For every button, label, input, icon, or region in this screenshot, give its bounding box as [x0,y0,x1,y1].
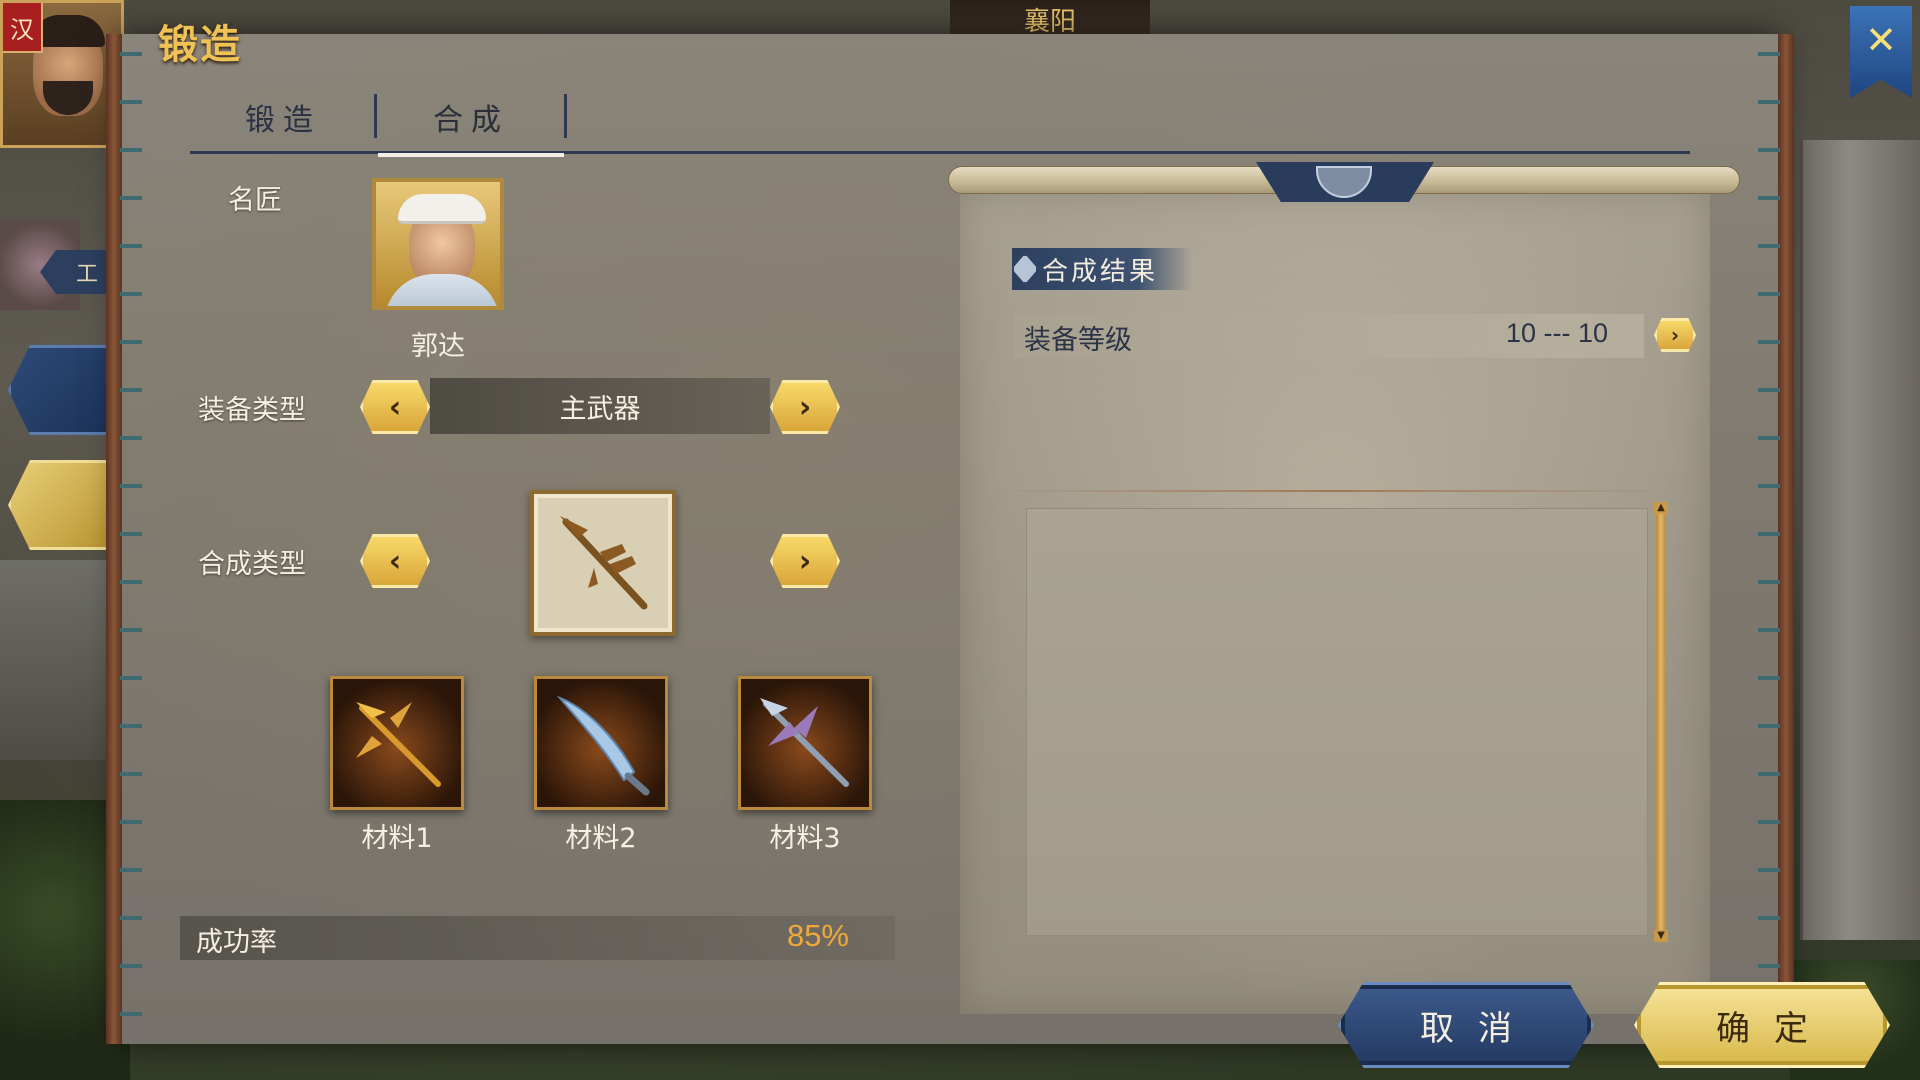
forge-panel: 锻造 锻造 合成 名匠 郭达 装备类型 ‹ 主武器 › 合成类型 ‹ › 材料1… [106,21,1794,1046]
material-label-3: 材料3 [769,823,841,854]
blue-glaive-icon [556,695,650,796]
material-slot-3[interactable] [738,676,872,810]
side-menu-button-blue[interactable] [8,345,118,435]
material-label-1: 材料1 [361,823,433,854]
smith-robe [384,274,500,306]
halberd-icon[interactable] [530,490,676,636]
smith-portrait[interactable] [372,178,504,310]
smith-headband [398,194,486,224]
equip-type-prev-button[interactable]: ‹ [360,380,430,434]
result-title: 合成结果 [1012,248,1192,290]
success-rate-bar: 成功率 85% [180,916,895,960]
scroll-paper: 合成结果 装备等级 10 --- 10 › ▲ ▼ [960,188,1710,1014]
tab-synthesize[interactable]: 合成 [378,80,564,157]
tab-separator [374,94,377,138]
material-slot-2[interactable] [534,676,668,810]
tab-forge[interactable]: 锻造 [190,80,376,154]
smith-name: 郭达 [411,331,465,362]
tab-separator [564,94,567,138]
cancel-button[interactable]: 取消 [1338,982,1594,1068]
equip-level-value: 10 --- 10 [1505,318,1608,348]
scroll-up-arrow-icon[interactable]: ▲ [1654,502,1668,514]
background-tower [1800,140,1920,940]
panel-rail-right [1758,34,1794,1044]
material-label-2: 材料2 [565,823,637,854]
halberd-glyph [560,516,648,610]
material-slot-1[interactable] [330,676,464,810]
panel-rail-left [106,34,142,1044]
tab-bar: 锻造 合成 [190,80,1690,157]
synth-type-label: 合成类型 [198,549,306,580]
golden-trident-icon [356,702,441,787]
success-rate-value: 85% [786,918,849,953]
equip-level-label: 装备等级 [1024,325,1132,356]
result-scrollbar[interactable] [1656,508,1666,936]
result-list-box [1026,508,1648,936]
synth-type-prev-button[interactable]: ‹ [360,534,430,588]
equip-type-value: 主武器 [430,378,770,434]
equip-level-next-button[interactable]: › [1654,318,1696,352]
scroll-divider [984,490,1684,492]
side-menu-button-gold[interactable] [8,460,118,550]
smith-label: 名匠 [228,185,282,216]
confirm-button[interactable]: 确定 [1634,982,1890,1068]
scroll-down-arrow-icon[interactable]: ▼ [1654,930,1668,942]
faction-badge: 汉 [3,3,43,53]
winged-spear-icon [760,698,849,787]
equip-level-row: 装备等级 10 --- 10 [1014,314,1644,358]
result-scroll: 合成结果 装备等级 10 --- 10 › ▲ ▼ [948,162,1740,1046]
equip-type-next-button[interactable]: › [770,380,840,434]
panel-title: 锻造 [158,21,242,68]
synth-type-next-button[interactable]: › [770,534,840,588]
success-rate-label: 成功率 [196,927,277,958]
equip-type-label: 装备类型 [198,395,306,426]
